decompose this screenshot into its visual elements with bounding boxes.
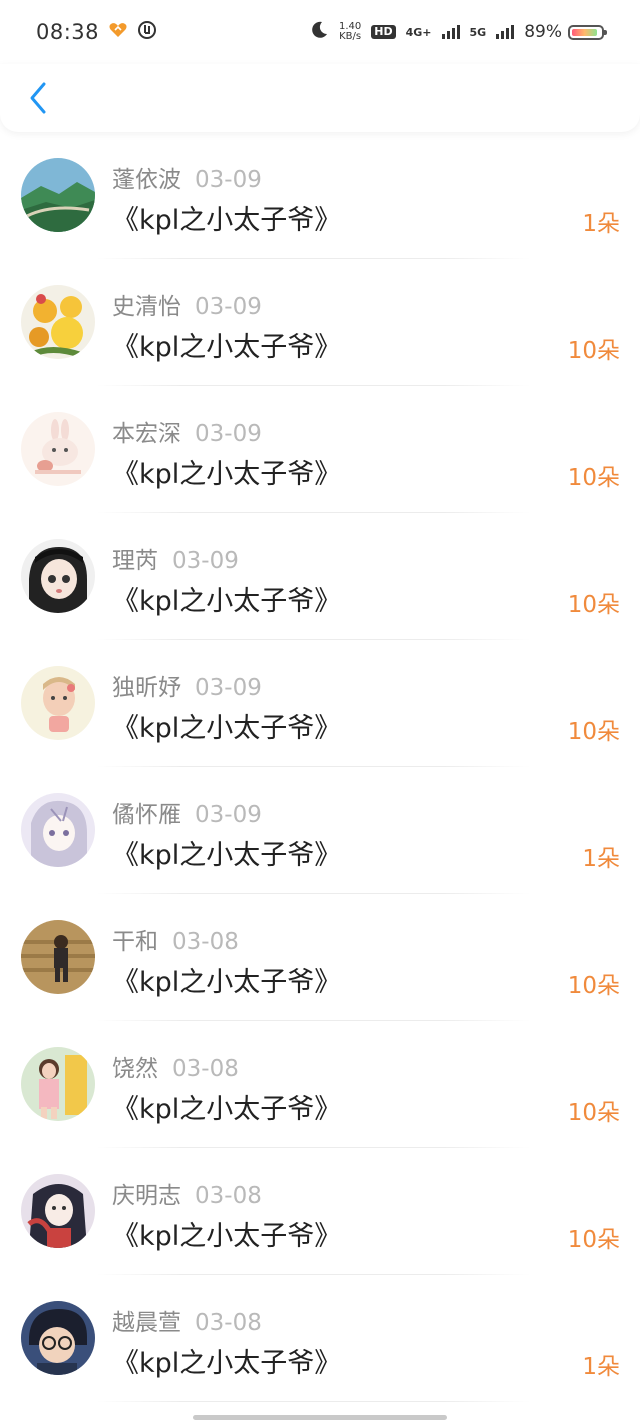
book-title: 《kpl之小太子爷》: [112, 459, 342, 490]
user-info: 越晨萱 03-08: [112, 1303, 262, 1337]
user-name: 干和: [112, 929, 158, 955]
user-name: 僪怀雁: [112, 802, 181, 828]
user-info: 饶然 03-08: [112, 1049, 239, 1083]
book-title: 《kpl之小太子爷》: [112, 840, 342, 871]
user-name: 越晨萱: [112, 1310, 181, 1336]
avatar[interactable]: [21, 1174, 95, 1248]
reward-date: 03-09: [195, 294, 262, 320]
battery-percent: 89%: [524, 22, 562, 42]
avatar[interactable]: [21, 1047, 95, 1121]
user-name: 理芮: [112, 548, 158, 574]
user-name: 庆明志: [112, 1183, 181, 1209]
book-title: 《kpl之小太子爷》: [112, 1348, 342, 1379]
gift-count: 10朵: [567, 465, 620, 491]
user-info: 史清怡 03-09: [112, 287, 262, 321]
list-item[interactable]: 越晨萱 03-08 《kpl之小太子爷》 1朵: [0, 1275, 640, 1402]
status-bar: 08:38 1.40 KB/s HD 4G+ 5G 89%: [0, 0, 640, 64]
book-title: 《kpl之小太子爷》: [112, 332, 342, 363]
reward-list: 蓬依波 03-09 《kpl之小太子爷》 1朵 史清怡 03-09 《kpl之小太子…: [0, 132, 640, 1402]
book-title: 《kpl之小太子爷》: [112, 1221, 342, 1252]
list-item[interactable]: 独昕妤 03-09 《kpl之小太子爷》 10朵: [0, 640, 640, 767]
list-item[interactable]: 干和 03-08 《kpl之小太子爷》 10朵: [0, 894, 640, 1021]
gift-count: 10朵: [567, 1100, 620, 1126]
user-info: 庆明志 03-08: [112, 1176, 262, 1210]
gift-count: 10朵: [567, 719, 620, 745]
user-info: 干和 03-08: [112, 922, 239, 956]
user-info: 蓬依波 03-09: [112, 160, 262, 194]
battery-icon: [568, 24, 607, 40]
avatar[interactable]: [21, 793, 95, 867]
user-name: 蓬依波: [112, 167, 181, 193]
list-item[interactable]: 庆明志 03-08 《kpl之小太子爷》 10朵: [0, 1148, 640, 1275]
gift-count: 1朵: [582, 1354, 620, 1380]
home-indicator[interactable]: [193, 1415, 447, 1420]
gift-count: 10朵: [567, 592, 620, 618]
status-left: 08:38: [36, 20, 157, 44]
list-item[interactable]: 史清怡 03-09 《kpl之小太子爷》 10朵: [0, 259, 640, 386]
user-name: 史清怡: [112, 294, 181, 320]
user-name: 饶然: [112, 1056, 158, 1082]
user-name: 本宏深: [112, 421, 181, 447]
header: [0, 64, 640, 132]
status-time: 08:38: [36, 20, 100, 44]
book-title: 《kpl之小太子爷》: [112, 586, 342, 617]
reward-date: 03-08: [195, 1183, 262, 1209]
moon-icon: [309, 20, 329, 44]
avatar[interactable]: [21, 285, 95, 359]
list-item[interactable]: 本宏深 03-09 《kpl之小太子爷》 10朵: [0, 386, 640, 513]
avatar[interactable]: [21, 539, 95, 613]
net-speed: 1.40 KB/s: [339, 22, 361, 42]
list-item[interactable]: 僪怀雁 03-09 《kpl之小太子爷》 1朵: [0, 767, 640, 894]
list-item[interactable]: 理芮 03-09 《kpl之小太子爷》 10朵: [0, 513, 640, 640]
signal-5g-icon: [496, 25, 515, 39]
heart-icon: [109, 22, 127, 42]
user-info: 理芮 03-09: [112, 541, 239, 575]
gift-count: 10朵: [567, 973, 620, 999]
list-item[interactable]: 蓬依波 03-09 《kpl之小太子爷》 1朵: [0, 132, 640, 259]
reward-date: 03-09: [195, 167, 262, 193]
avatar[interactable]: [21, 1301, 95, 1375]
signal-4g-icon: [441, 25, 460, 39]
gift-count: 1朵: [582, 846, 620, 872]
battery-fill: [572, 28, 597, 36]
back-button[interactable]: [20, 78, 56, 118]
user-info: 独昕妤 03-09: [112, 668, 262, 702]
reward-date: 03-08: [172, 1056, 239, 1082]
book-title: 《kpl之小太子爷》: [112, 205, 342, 236]
list-item[interactable]: 饶然 03-08 《kpl之小太子爷》 10朵: [0, 1021, 640, 1148]
app-notification-icon: [137, 20, 157, 44]
reward-date: 03-09: [195, 802, 262, 828]
book-title: 《kpl之小太子爷》: [112, 713, 342, 744]
divider: [96, 1401, 530, 1402]
gift-count: 10朵: [567, 1227, 620, 1253]
gift-count: 1朵: [582, 211, 620, 237]
book-title: 《kpl之小太子爷》: [112, 1094, 342, 1125]
net-speed-unit: KB/s: [339, 31, 362, 42]
gift-count: 10朵: [567, 338, 620, 364]
avatar[interactable]: [21, 920, 95, 994]
reward-date: 03-08: [172, 929, 239, 955]
reward-date: 03-08: [195, 1310, 262, 1336]
reward-date: 03-09: [172, 548, 239, 574]
user-name: 独昕妤: [112, 675, 181, 701]
user-info: 僪怀雁 03-09: [112, 795, 262, 829]
network-5g-label: 5G: [469, 25, 487, 39]
network-4g-label: 4G+: [405, 25, 432, 39]
avatar[interactable]: [21, 412, 95, 486]
book-title: 《kpl之小太子爷》: [112, 967, 342, 998]
reward-date: 03-09: [195, 421, 262, 447]
status-right: 1.40 KB/s HD 4G+ 5G 89%: [309, 20, 607, 44]
user-info: 本宏深 03-09: [112, 414, 262, 448]
hd-badge: HD: [371, 25, 396, 39]
reward-date: 03-09: [195, 675, 262, 701]
chevron-left-icon: [30, 82, 46, 114]
avatar[interactable]: [21, 158, 95, 232]
avatar[interactable]: [21, 666, 95, 740]
battery: 89%: [524, 22, 607, 42]
